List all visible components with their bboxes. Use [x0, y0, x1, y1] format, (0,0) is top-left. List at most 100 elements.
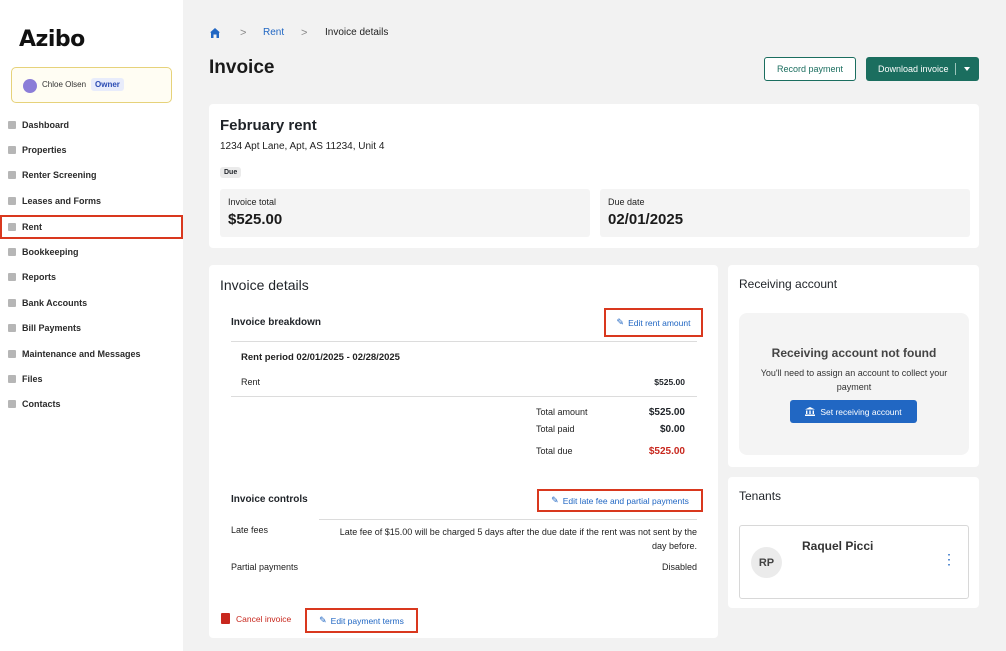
- sidebar-item-bank-accounts[interactable]: Bank Accounts: [0, 291, 183, 315]
- total-amount-label: Total amount: [536, 407, 588, 417]
- sidebar-item-files[interactable]: Files: [0, 367, 183, 391]
- set-receiving-account-button[interactable]: Set receiving account: [790, 400, 917, 423]
- edit-rent-amount-label: Edit rent amount: [628, 317, 691, 328]
- sidebar-item-dashboard[interactable]: Dashboard: [0, 113, 183, 137]
- sidebar-item-label: Renter Screening: [22, 170, 97, 180]
- total-due-value: $525.00: [648, 446, 685, 457]
- cancel-invoice-button[interactable]: Cancel invoice: [221, 613, 291, 624]
- sidebar: Azibo Chloe Olsen Owner Dashboard Proper…: [0, 0, 183, 651]
- sidebar-item-label: Properties: [22, 145, 67, 155]
- sidebar-item-label: Rent: [22, 222, 42, 232]
- button-divider: [955, 63, 956, 75]
- sidebar-item-label: Contacts: [22, 399, 61, 409]
- invoice-total-label: Invoice total: [228, 197, 277, 207]
- sidebar-item-rent[interactable]: Rent: [0, 215, 183, 239]
- chevron-down-icon[interactable]: [964, 67, 970, 71]
- role-badge: Owner: [91, 78, 124, 91]
- bank-icon: [805, 407, 816, 416]
- sidebar-item-maintenance[interactable]: Maintenance and Messages: [0, 342, 183, 366]
- sidebar-item-bookkeeping[interactable]: Bookkeeping: [0, 240, 183, 264]
- rent-label: Rent: [241, 377, 261, 387]
- invoice-controls-title: Invoice controls: [231, 494, 308, 505]
- breadcrumb-separator: >: [301, 27, 308, 39]
- sidebar-item-reports[interactable]: Reports: [0, 265, 183, 289]
- status-badge: Due: [220, 167, 242, 178]
- section-title: Tenants: [739, 489, 782, 503]
- sidebar-item-label: Reports: [22, 272, 57, 282]
- invoice-breakdown-title: Invoice breakdown: [231, 317, 322, 328]
- folder-icon: [8, 375, 16, 383]
- edit-late-fee-button[interactable]: ✎ Edit late fee and partial payments: [537, 489, 703, 512]
- divider: [319, 519, 697, 520]
- home-icon[interactable]: [209, 27, 221, 39]
- sidebar-item-bill-payments[interactable]: Bill Payments: [0, 316, 183, 340]
- empty-state-title: Receiving account not found: [771, 346, 937, 360]
- sidebar-item-contacts[interactable]: Contacts: [0, 392, 183, 416]
- record-payment-button[interactable]: Record payment: [764, 57, 856, 81]
- download-invoice-button[interactable]: Download invoice: [866, 57, 979, 81]
- rent-period: Rent period 02/01/2025 - 02/28/2025: [241, 352, 400, 363]
- partial-payments-value: Disabled: [661, 562, 697, 572]
- section-title: Invoice details: [220, 277, 309, 293]
- sidebar-item-label: Bank Accounts: [22, 298, 88, 308]
- rent-value: $525.00: [654, 377, 685, 387]
- sidebar-item-label: Files: [22, 374, 43, 384]
- divider: [231, 341, 697, 342]
- edit-rent-amount-button[interactable]: ✎ Edit rent amount: [604, 308, 703, 337]
- invoice-total-value: $525.00: [228, 211, 283, 228]
- sidebar-item-leases-and-forms[interactable]: Leases and Forms: [0, 189, 183, 213]
- property-address: 1234 Apt Lane, Apt, AS 11234, Unit 4: [220, 141, 385, 152]
- bill-icon: [8, 324, 16, 332]
- total-due-label: Total due: [536, 446, 573, 456]
- pencil-icon: ✎: [616, 317, 625, 327]
- download-invoice-label: Download invoice: [878, 64, 949, 74]
- cancel-invoice-label: Cancel invoice: [236, 613, 292, 624]
- sidebar-item-label: Bookkeeping: [22, 247, 79, 257]
- sidebar-item-label: Leases and Forms: [22, 196, 102, 206]
- section-title: Receiving account: [739, 277, 838, 291]
- edit-late-fee-label: Edit late fee and partial payments: [562, 495, 689, 506]
- partial-payments-label: Partial payments: [231, 562, 299, 572]
- tenant-card[interactable]: RP Raquel Picci ⋮: [739, 525, 969, 599]
- contacts-icon: [8, 400, 16, 408]
- pencil-icon: ✎: [551, 495, 559, 505]
- late-fees-value: Late fee of $15.00 will be charged 5 day…: [339, 527, 697, 551]
- total-amount-value: $525.00: [648, 407, 685, 418]
- due-date-label: Due date: [608, 197, 645, 207]
- divider: [231, 396, 697, 397]
- total-paid-label: Total paid: [536, 424, 575, 434]
- trash-icon: [221, 613, 230, 624]
- rent-icon: [8, 223, 16, 231]
- edit-payment-terms-button[interactable]: ✎ Edit payment terms: [305, 608, 418, 633]
- due-date-box: Due date 02/01/2025: [600, 189, 970, 237]
- invoice-total-box: Invoice total $525.00: [220, 189, 590, 237]
- empty-state-text: You'll need to assign an account to coll…: [760, 368, 948, 392]
- more-options-icon[interactable]: ⋮: [942, 552, 956, 566]
- invoice-title: February rent: [220, 117, 317, 134]
- user-card[interactable]: Chloe Olsen Owner: [11, 67, 172, 103]
- tenant-name: Raquel Picci: [802, 539, 874, 553]
- bank-icon: [8, 299, 16, 307]
- user-name: Chloe Olsen: [42, 80, 87, 89]
- home-icon: [8, 121, 16, 129]
- breadcrumb-current: Invoice details: [325, 27, 389, 38]
- set-receiving-account-label: Set receiving account: [820, 406, 902, 417]
- avatar: [23, 79, 37, 93]
- report-icon: [8, 273, 16, 281]
- invoice-summary-card: February rent 1234 Apt Lane, Apt, AS 112…: [209, 104, 979, 248]
- breadcrumb-link-rent[interactable]: Rent: [263, 27, 284, 38]
- total-paid-value: $0.00: [659, 424, 685, 435]
- pencil-icon: ✎: [319, 615, 327, 625]
- sidebar-item-label: Bill Payments: [22, 323, 82, 333]
- app-logo[interactable]: Azibo: [19, 27, 85, 52]
- late-fees-label: Late fees: [231, 525, 269, 535]
- breadcrumb-separator: >: [240, 27, 247, 39]
- sidebar-item-renter-screening[interactable]: Renter Screening: [0, 163, 183, 187]
- sidebar-item-label: Maintenance and Messages: [22, 349, 141, 359]
- sidebar-item-label: Dashboard: [22, 120, 70, 130]
- invoice-details-card: Invoice details Invoice breakdown ✎ Edit…: [209, 265, 718, 638]
- edit-payment-terms-label: Edit payment terms: [330, 615, 404, 626]
- tools-icon: [8, 350, 16, 358]
- screening-icon: [8, 171, 16, 179]
- sidebar-item-properties[interactable]: Properties: [0, 138, 183, 162]
